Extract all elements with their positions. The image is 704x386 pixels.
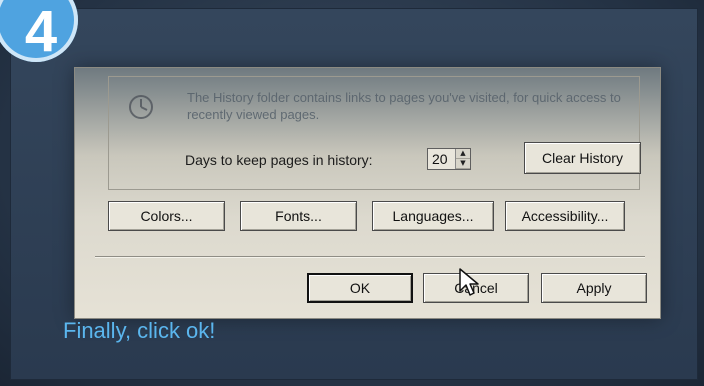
ok-button[interactable]: OK <box>307 273 413 303</box>
mouse-cursor-icon <box>459 268 479 296</box>
spin-down-icon[interactable]: ▼ <box>456 159 470 169</box>
accessibility-button[interactable]: Accessibility... <box>505 201 625 231</box>
languages-button[interactable]: Languages... <box>372 201 494 231</box>
apply-button[interactable]: Apply <box>541 273 647 303</box>
step-number: 4 <box>24 0 58 64</box>
spin-buttons: ▲ ▼ <box>455 149 470 169</box>
page-frame: The History folder contains links to pag… <box>0 0 704 386</box>
colors-button[interactable]: Colors... <box>108 201 225 231</box>
history-description: The History folder contains links to pag… <box>187 90 621 122</box>
history-group: The History folder contains links to pag… <box>108 76 641 190</box>
history-icon <box>129 95 153 119</box>
days-value[interactable]: 20 <box>428 149 455 169</box>
clear-history-button[interactable]: Clear History <box>524 142 641 174</box>
days-spinner[interactable]: 20 ▲ ▼ <box>427 148 471 170</box>
instruction-caption: Finally, click ok! <box>63 318 216 343</box>
internet-options-dialog: The History folder contains links to pag… <box>74 67 661 319</box>
divider <box>95 256 645 258</box>
spin-up-icon[interactable]: ▲ <box>456 149 470 159</box>
fonts-button[interactable]: Fonts... <box>240 201 357 231</box>
days-label: Days to keep pages in history: <box>185 152 373 168</box>
